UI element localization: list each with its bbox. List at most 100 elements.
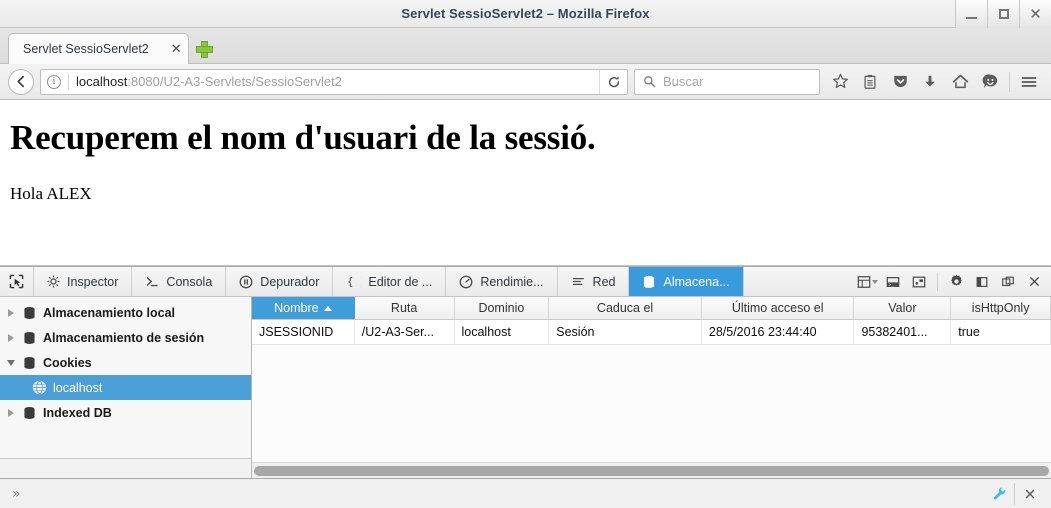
page-heading: Recuperem el nom d'usuari de la sessió.: [10, 118, 596, 157]
storage-tree-sidebar: Almacenamiento local Almacenamiento de s…: [0, 297, 252, 478]
window-title: Servlet SessioServlet2 – Mozilla Firefox: [401, 6, 650, 21]
minimize-button[interactable]: [955, 0, 987, 28]
separate-window-icon: [1002, 276, 1014, 286]
split-console-button[interactable]: >_: [880, 267, 906, 297]
devtools-tab-style-editor[interactable]: { } Editor de ...: [333, 267, 447, 296]
sidebar-footer: [0, 458, 251, 478]
reload-icon: [608, 75, 619, 87]
toolbox-wrench-icon: [993, 487, 1005, 500]
bookmark-star-icon[interactable]: [826, 68, 854, 96]
column-header-ultimo-acceso-el[interactable]: Último acceso el: [702, 297, 855, 319]
column-header-nombre[interactable]: Nombre: [252, 297, 355, 319]
column-header-valor[interactable]: Valor: [854, 297, 952, 319]
dock-bottom-button[interactable]: [969, 267, 995, 297]
sidebar-item-local-storage[interactable]: Almacenamiento local: [0, 300, 251, 325]
url-host: localhost: [76, 74, 128, 89]
horizontal-scrollbar[interactable]: [252, 462, 1051, 478]
separate-window-button[interactable]: [995, 267, 1021, 297]
chevron-right-icon[interactable]: [6, 308, 16, 317]
column-header-label: Último acceso el: [731, 301, 824, 315]
devtools-content: Almacenamiento local Almacenamiento de s…: [0, 297, 1051, 478]
screenshot-icon: [912, 276, 926, 287]
downloads-icon[interactable]: [916, 68, 944, 96]
column-header-ruta[interactable]: Ruta: [355, 297, 455, 319]
table-header-row: Nombre Ruta Dominio Caduca el Último acc…: [252, 297, 1051, 320]
storage-db-icon: [22, 306, 37, 320]
debugger-pause-icon: [239, 275, 253, 289]
close-icon: ✕: [1029, 4, 1042, 23]
cell-caduca-el: Sesión: [549, 320, 702, 344]
devtools-tab-inspector[interactable]: Inspector: [34, 267, 133, 296]
sidebar-item-localhost[interactable]: localhost: [0, 375, 251, 400]
sort-ascending-icon: [323, 305, 332, 311]
style-editor-icon: { }: [346, 275, 361, 288]
maximize-button[interactable]: [987, 0, 1019, 28]
cell-ishttponly: true: [951, 320, 1051, 344]
page-paragraph: Hola ALEX: [10, 184, 92, 203]
chevron-down-icon[interactable]: [6, 359, 16, 366]
element-picker-button[interactable]: [0, 267, 34, 296]
pocket-icon[interactable]: [886, 68, 914, 96]
close-window-button[interactable]: ✕: [1019, 0, 1051, 28]
title-bar: Servlet SessioServlet2 – Mozilla Firefox…: [0, 0, 1051, 28]
devtools-tab-bar: Inspector Consola Depurador { } Editor d…: [0, 267, 1051, 297]
menu-hamburger-icon[interactable]: [1015, 68, 1043, 96]
sidebar-item-cookies[interactable]: Cookies: [0, 350, 251, 375]
column-header-caduca-el[interactable]: Caduca el: [549, 297, 702, 319]
reload-button[interactable]: [599, 69, 627, 94]
url-divider: [68, 73, 69, 90]
responsive-design-mode-icon: [857, 275, 870, 288]
expand-statusbar-button[interactable]: »: [6, 486, 27, 502]
toolbox-wrench-button[interactable]: [984, 479, 1014, 508]
devtools-tab-storage[interactable]: Almacena...: [629, 267, 744, 296]
new-tab-button[interactable]: [189, 33, 219, 64]
settings-button[interactable]: [943, 267, 969, 297]
devtools-tab-debugger[interactable]: Depurador: [226, 267, 334, 296]
scrollbar-thumb[interactable]: [254, 465, 1049, 476]
search-bar[interactable]: Buscar: [634, 68, 820, 95]
devtools-tab-performance[interactable]: Rendimie...: [446, 267, 558, 296]
status-bar-buttons: [984, 479, 1045, 508]
devtools-tab-label: Red: [592, 274, 616, 289]
feedback-smiley-icon[interactable]: [976, 68, 1004, 96]
devtools-tab-network[interactable]: Red: [558, 267, 630, 296]
devtools-tab-label: Consola: [166, 274, 213, 289]
home-icon[interactable]: [946, 68, 974, 96]
chevron-right-icon[interactable]: [6, 333, 16, 342]
reader-list-icon[interactable]: [856, 68, 884, 96]
close-devtools-button[interactable]: [1021, 267, 1047, 297]
storage-db-icon: [22, 406, 37, 420]
browser-tab[interactable]: Servlet SessioServlet2 ✕: [8, 33, 189, 64]
table-row[interactable]: JSESSIONID /U2-A3-Ser... localhost Sesió…: [252, 320, 1051, 345]
site-identity-icon[interactable]: i: [47, 74, 61, 89]
search-input[interactable]: Buscar: [663, 74, 703, 89]
element-picker-icon: [9, 274, 24, 289]
chevron-right-icon[interactable]: [6, 408, 16, 417]
status-bar: »: [0, 478, 1051, 508]
storage-db-icon: [22, 356, 37, 370]
devtools-tab-console[interactable]: Consola: [132, 267, 227, 296]
cell-valor: 95382401...: [854, 320, 952, 344]
tab-close-icon[interactable]: ✕: [171, 43, 182, 56]
column-header-ishttponly[interactable]: isHttpOnly: [951, 297, 1051, 319]
minimize-icon: [966, 16, 977, 19]
toolbar-divider: [937, 272, 938, 291]
tab-title: Servlet SessioServlet2: [23, 42, 149, 56]
column-header-dominio[interactable]: Dominio: [455, 297, 550, 319]
column-header-label: Caduca el: [596, 301, 654, 315]
back-button[interactable]: [8, 68, 34, 95]
sidebar-item-session-storage[interactable]: Almacenamiento de sesión: [0, 325, 251, 350]
column-header-label: isHttpOnly: [971, 301, 1030, 315]
sidebar-item-indexed-db[interactable]: Indexed DB: [0, 400, 251, 425]
devtools-tab-label: Inspector: [67, 274, 119, 289]
storage-db-icon: [22, 331, 37, 345]
column-header-label: Valor: [888, 301, 917, 315]
performance-icon: [459, 275, 473, 289]
console-prompt-icon: [145, 275, 159, 288]
window-controls: ✕: [955, 0, 1051, 28]
close-statusbar-button[interactable]: [1015, 479, 1045, 508]
cell-dominio: localhost: [455, 320, 550, 344]
screenshot-button[interactable]: [906, 267, 932, 297]
url-bar[interactable]: i localhost:8080/U2-A3-Servlets/SessioSe…: [40, 68, 628, 95]
responsive-design-mode-button[interactable]: [854, 267, 880, 297]
